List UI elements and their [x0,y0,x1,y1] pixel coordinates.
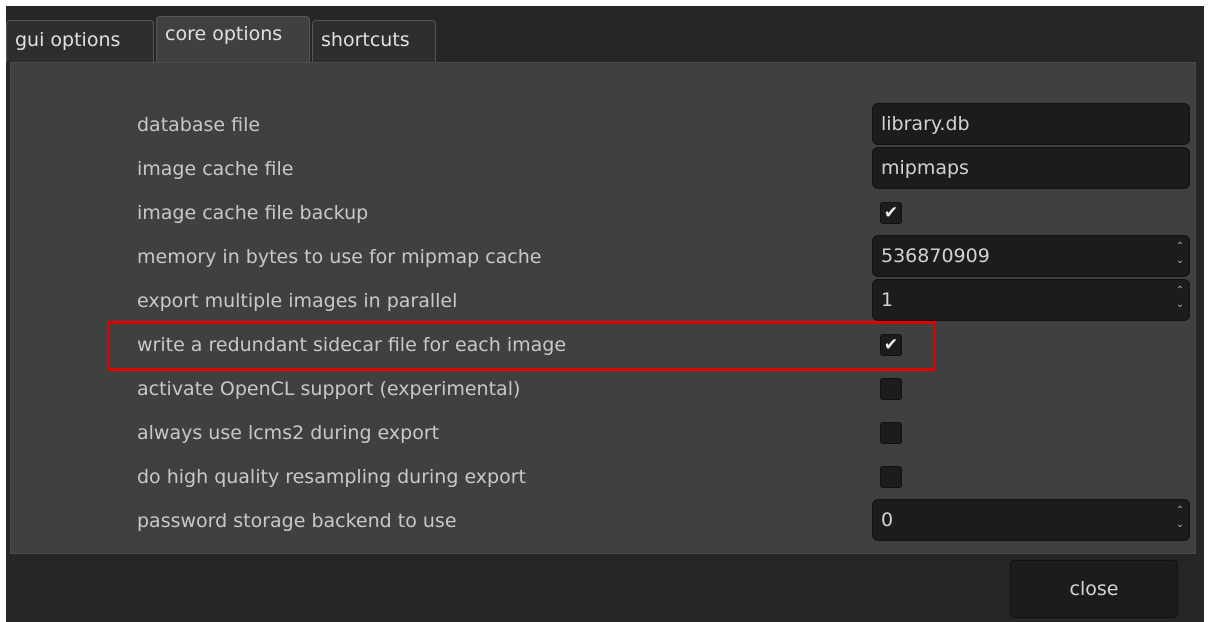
option-label: image cache file backup [137,202,369,224]
option-row-image-cache-file: image cache file mipmaps [11,147,1195,191]
option-label: activate OpenCL support (experimental) [137,378,521,400]
tab-shortcuts[interactable]: shortcuts [312,20,436,62]
option-label: memory in bytes to use for mipmap cache [137,246,542,268]
option-label: database file [137,114,261,136]
mipmap-memory-spinbox[interactable]: 536870909 ⌃ ⌄ [872,235,1190,277]
option-label: password storage backend to use [137,510,457,532]
option-row-resampling: do high quality resampling during export [11,455,1195,499]
option-row-database-file: database file library.db [11,103,1195,147]
spin-arrows-icon[interactable]: ⌃ ⌄ [1173,504,1187,536]
core-options-panel: database file library.db image cache fil… [10,62,1196,554]
spin-arrows-icon[interactable]: ⌃ ⌄ [1173,240,1187,272]
lcms2-checkbox[interactable] [880,422,902,444]
image-cache-file-input[interactable]: mipmaps [872,147,1190,189]
spin-arrows-icon[interactable]: ⌃ ⌄ [1173,284,1187,316]
option-row-password-backend: password storage backend to use 0 ⌃ ⌄ [11,499,1195,543]
option-row-mipmap-memory: memory in bytes to use for mipmap cache … [11,235,1195,279]
option-label: do high quality resampling during export [137,466,526,488]
image-cache-backup-checkbox[interactable]: ✔ [880,202,902,224]
option-row-sidecar: write a redundant sidecar file for each … [11,323,1195,367]
option-label: always use lcms2 during export [137,422,440,444]
opencl-checkbox[interactable] [880,378,902,400]
password-backend-value: 0 [881,509,894,531]
option-row-opencl: activate OpenCL support (experimental) [11,367,1195,411]
export-parallel-value: 1 [881,289,894,311]
mipmap-memory-value: 536870909 [881,245,990,267]
tab-bar: gui options core options shortcuts [6,16,1204,62]
export-parallel-spinbox[interactable]: 1 ⌃ ⌄ [872,279,1190,321]
password-backend-spinbox[interactable]: 0 ⌃ ⌄ [872,499,1190,541]
option-row-export-parallel: export multiple images in parallel 1 ⌃ ⌄ [11,279,1195,323]
option-label: export multiple images in parallel [137,290,458,312]
close-button[interactable]: close [1010,560,1178,618]
tab-gui-options[interactable]: gui options [6,20,154,62]
resampling-checkbox[interactable] [880,466,902,488]
database-file-input[interactable]: library.db [872,103,1190,145]
sidecar-checkbox[interactable]: ✔ [880,334,902,356]
option-label: image cache file [137,158,294,180]
tab-core-options[interactable]: core options [156,16,310,62]
option-row-image-cache-backup: image cache file backup ✔ [11,191,1195,235]
preferences-window: gui options core options shortcuts datab… [6,6,1204,622]
option-label: write a redundant sidecar file for each … [137,334,567,356]
option-row-lcms2: always use lcms2 during export [11,411,1195,455]
